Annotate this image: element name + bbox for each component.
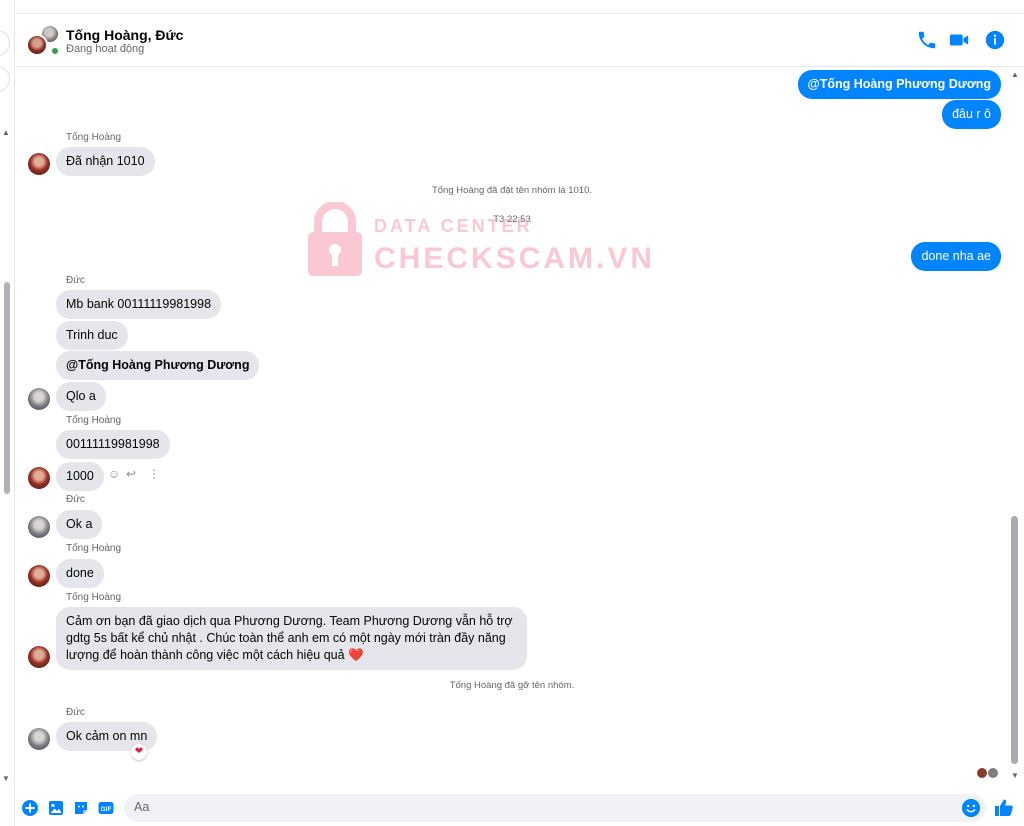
sender-name: Đức bbox=[66, 494, 85, 505]
avatar[interactable] bbox=[28, 516, 50, 538]
video-camera-icon[interactable] bbox=[948, 29, 970, 51]
chat-scrollbar[interactable]: ▲ ▼ bbox=[1008, 68, 1024, 784]
active-status: Đang hoạt động bbox=[66, 43, 145, 55]
online-indicator bbox=[50, 46, 60, 56]
member-avatar bbox=[26, 34, 48, 56]
watermark-line1: DATA CENTER bbox=[374, 216, 533, 236]
more-options-icon[interactable]: ⋮ bbox=[148, 467, 160, 481]
avatar[interactable] bbox=[28, 728, 50, 750]
scrollbar-thumb[interactable] bbox=[1011, 516, 1018, 764]
avatar[interactable] bbox=[28, 153, 50, 175]
incoming-message[interactable]: Qlo a bbox=[56, 382, 106, 411]
system-notice: Tống Hoàng đã gỡ tên nhóm. bbox=[449, 680, 575, 691]
gif-label: GIF bbox=[101, 806, 112, 813]
avatar[interactable] bbox=[28, 646, 50, 668]
padlock-icon bbox=[308, 202, 362, 276]
incoming-message[interactable]: Trinh duc bbox=[56, 321, 128, 350]
group-avatar[interactable] bbox=[26, 24, 62, 58]
avatar[interactable] bbox=[28, 467, 50, 489]
sender-name: Đức bbox=[66, 707, 85, 718]
like-icon[interactable] bbox=[994, 798, 1014, 818]
incoming-message[interactable]: @Tống Hoàng Phương Dương bbox=[56, 351, 260, 380]
sender-name: Tống Hoàng bbox=[66, 543, 122, 554]
message-text: Cảm ơn bạn đã giao dịch qua Phương Dương… bbox=[66, 614, 513, 662]
sender-name: Tống Hoàng bbox=[66, 415, 122, 426]
system-notice: Tống Hoàng đã đặt tên nhóm là 1010. bbox=[431, 185, 593, 196]
scroll-up-arrow-icon[interactable]: ▲ bbox=[2, 128, 10, 137]
rail-chat-avatar[interactable] bbox=[0, 66, 10, 92]
conversation-title[interactable]: Tống Hoàng, Đức bbox=[66, 27, 183, 43]
sender-name: Tống Hoàng bbox=[66, 592, 122, 603]
rail-chat-avatar[interactable] bbox=[0, 30, 10, 56]
incoming-message[interactable]: Mb bank 00111119981998 bbox=[56, 290, 222, 319]
outgoing-message[interactable]: done nha ae bbox=[911, 242, 1001, 271]
scroll-down-arrow-icon[interactable]: ▼ bbox=[1011, 771, 1019, 780]
reply-icon[interactable]: ↩ bbox=[126, 467, 136, 481]
incoming-message[interactable]: 00111119981998 bbox=[56, 430, 170, 459]
incoming-message[interactable]: Cảm ơn bạn đã giao dịch qua Phương Dương… bbox=[56, 607, 527, 670]
heart-reaction-icon[interactable]: ❤ bbox=[131, 744, 147, 760]
conversation-header: Tống Hoàng, Đức Đang hoạt động bbox=[16, 13, 1024, 67]
message-list[interactable]: @Tống Hoàng Phương Dương đâu r ô Tống Ho… bbox=[16, 68, 1008, 784]
emoji-react-icon[interactable]: ☺ bbox=[108, 467, 120, 481]
message-input-box[interactable] bbox=[124, 794, 986, 822]
phone-icon[interactable] bbox=[916, 29, 938, 51]
plus-icon[interactable] bbox=[22, 800, 38, 816]
left-rail: ▲ ▼ bbox=[0, 0, 15, 826]
outgoing-message[interactable]: đâu r ô bbox=[942, 100, 1001, 129]
emoji-icon[interactable] bbox=[962, 799, 980, 817]
watermark: DATA CENTER CHECKSCAM.VN bbox=[306, 202, 652, 282]
avatar[interactable] bbox=[28, 388, 50, 410]
image-icon[interactable] bbox=[48, 800, 64, 816]
avatar[interactable] bbox=[28, 565, 50, 587]
message-input[interactable] bbox=[134, 800, 954, 814]
scroll-up-arrow-icon[interactable]: ▲ bbox=[1011, 70, 1019, 79]
seen-avatar bbox=[987, 767, 999, 779]
incoming-message[interactable]: Ok a bbox=[56, 510, 103, 539]
incoming-message[interactable]: Đã nhận 1010 bbox=[56, 147, 155, 176]
gif-icon[interactable]: GIF bbox=[98, 800, 114, 816]
sender-name: Đức bbox=[66, 275, 85, 286]
heart-emoji: ❤️ bbox=[348, 648, 364, 662]
sender-name: Tống Hoàng bbox=[66, 132, 122, 143]
scroll-down-arrow-icon[interactable]: ▼ bbox=[2, 774, 10, 783]
outgoing-message[interactable]: @Tống Hoàng Phương Dương bbox=[797, 70, 1001, 99]
incoming-message[interactable]: done bbox=[56, 559, 104, 588]
messenger-window: ▲ ▼ Tống Hoàng, Đức Đang hoạt động @Tống… bbox=[0, 0, 1024, 826]
left-scrollbar-thumb[interactable] bbox=[4, 282, 10, 494]
watermark-line2: CHECKSCAM.VN bbox=[374, 242, 656, 275]
incoming-message[interactable]: 1000 bbox=[56, 462, 104, 491]
message-composer: GIF bbox=[16, 786, 1024, 826]
info-icon[interactable] bbox=[984, 29, 1006, 51]
sticker-icon[interactable] bbox=[73, 800, 89, 816]
